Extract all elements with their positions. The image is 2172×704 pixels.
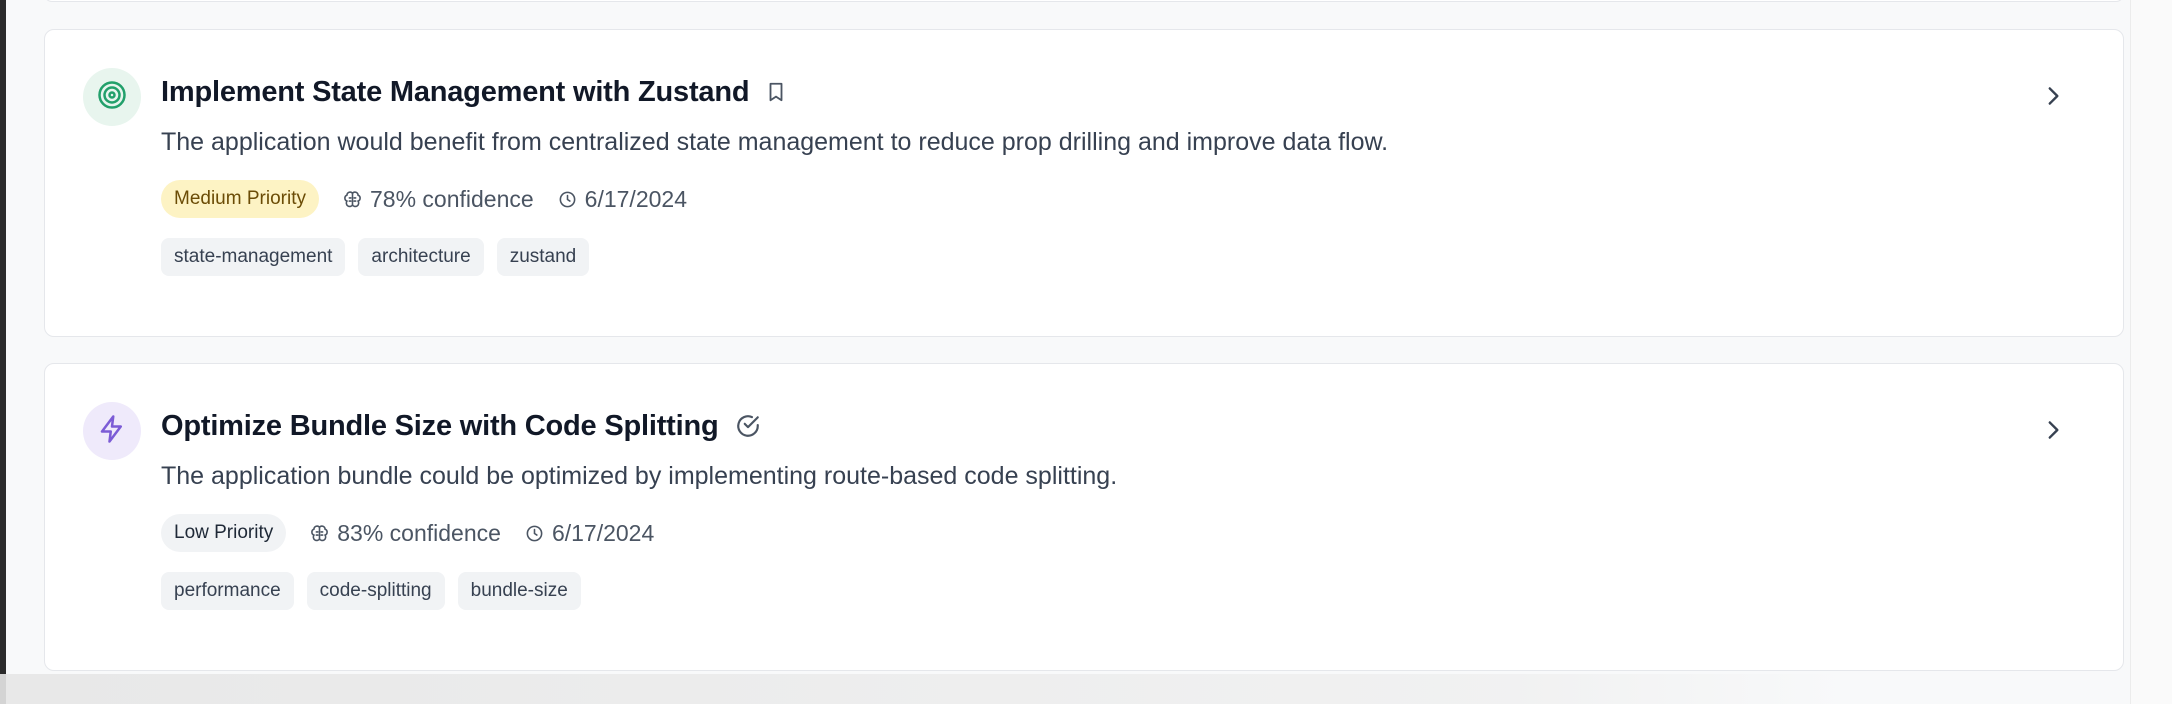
priority-badge: Medium Priority bbox=[161, 180, 319, 218]
bottom-shadow bbox=[0, 674, 2172, 704]
previous-insight-card[interactable] bbox=[44, 0, 2124, 2]
brain-icon bbox=[311, 524, 329, 541]
tag[interactable]: zustand bbox=[496, 238, 590, 276]
insight-title: Implement State Management with Zustand bbox=[161, 75, 750, 108]
brain-icon bbox=[344, 190, 361, 207]
insight-meta: Medium Priority 78% confidence 6/17/2024 bbox=[161, 180, 2003, 218]
insight-description: The application bundle could be optimize… bbox=[161, 462, 1118, 490]
priority-badge: Low Priority bbox=[161, 514, 287, 552]
date-text: 6/17/2024 bbox=[551, 519, 655, 546]
title-row: Optimize Bundle Size with Code Splitting bbox=[161, 404, 2003, 448]
chevron-right-icon[interactable] bbox=[2033, 410, 2073, 450]
check-circle-icon[interactable] bbox=[735, 413, 761, 439]
lightning-icon bbox=[97, 414, 127, 449]
scrollbar-track[interactable] bbox=[2130, 0, 2172, 704]
insight-card[interactable]: Implement State Management with Zustand … bbox=[44, 29, 2124, 337]
window-edge bbox=[0, 0, 6, 704]
tag[interactable]: state-management bbox=[161, 238, 346, 276]
target-icon bbox=[97, 80, 127, 115]
insight-content: Implement State Management with Zustand … bbox=[161, 70, 2003, 276]
insight-icon-badge bbox=[83, 68, 141, 126]
confidence: 83% confidence bbox=[310, 520, 501, 547]
insight-icon-badge bbox=[83, 402, 141, 460]
confidence-text: 83% confidence bbox=[337, 519, 501, 546]
date: 6/17/2024 bbox=[558, 186, 687, 213]
insight-card[interactable]: Optimize Bundle Size with Code Splitting… bbox=[44, 363, 2124, 671]
tag[interactable]: code-splitting bbox=[306, 572, 445, 610]
title-row: Implement State Management with Zustand bbox=[161, 70, 2003, 114]
bookmark-icon[interactable] bbox=[765, 80, 787, 104]
clock-icon bbox=[526, 525, 543, 541]
chevron-right-icon[interactable] bbox=[2033, 76, 2073, 116]
insight-content: Optimize Bundle Size with Code Splitting… bbox=[161, 404, 2003, 610]
clock-icon bbox=[559, 191, 576, 207]
insight-description: The application would benefit from centr… bbox=[161, 128, 1389, 156]
tag[interactable]: architecture bbox=[358, 238, 484, 276]
insight-title: Optimize Bundle Size with Code Splitting bbox=[161, 409, 719, 442]
tag[interactable]: bundle-size bbox=[457, 572, 581, 610]
confidence-text: 78% confidence bbox=[369, 185, 534, 212]
insight-meta: Low Priority 83% confidence 6/17/2024 bbox=[161, 514, 2003, 552]
tags-list: performance code-splitting bundle-size bbox=[161, 572, 2003, 610]
confidence: 78% confidence bbox=[343, 186, 534, 213]
tag[interactable]: performance bbox=[161, 572, 294, 610]
date-text: 6/17/2024 bbox=[584, 185, 687, 212]
date: 6/17/2024 bbox=[525, 520, 654, 547]
tags-list: state-management architecture zustand bbox=[161, 238, 2003, 276]
